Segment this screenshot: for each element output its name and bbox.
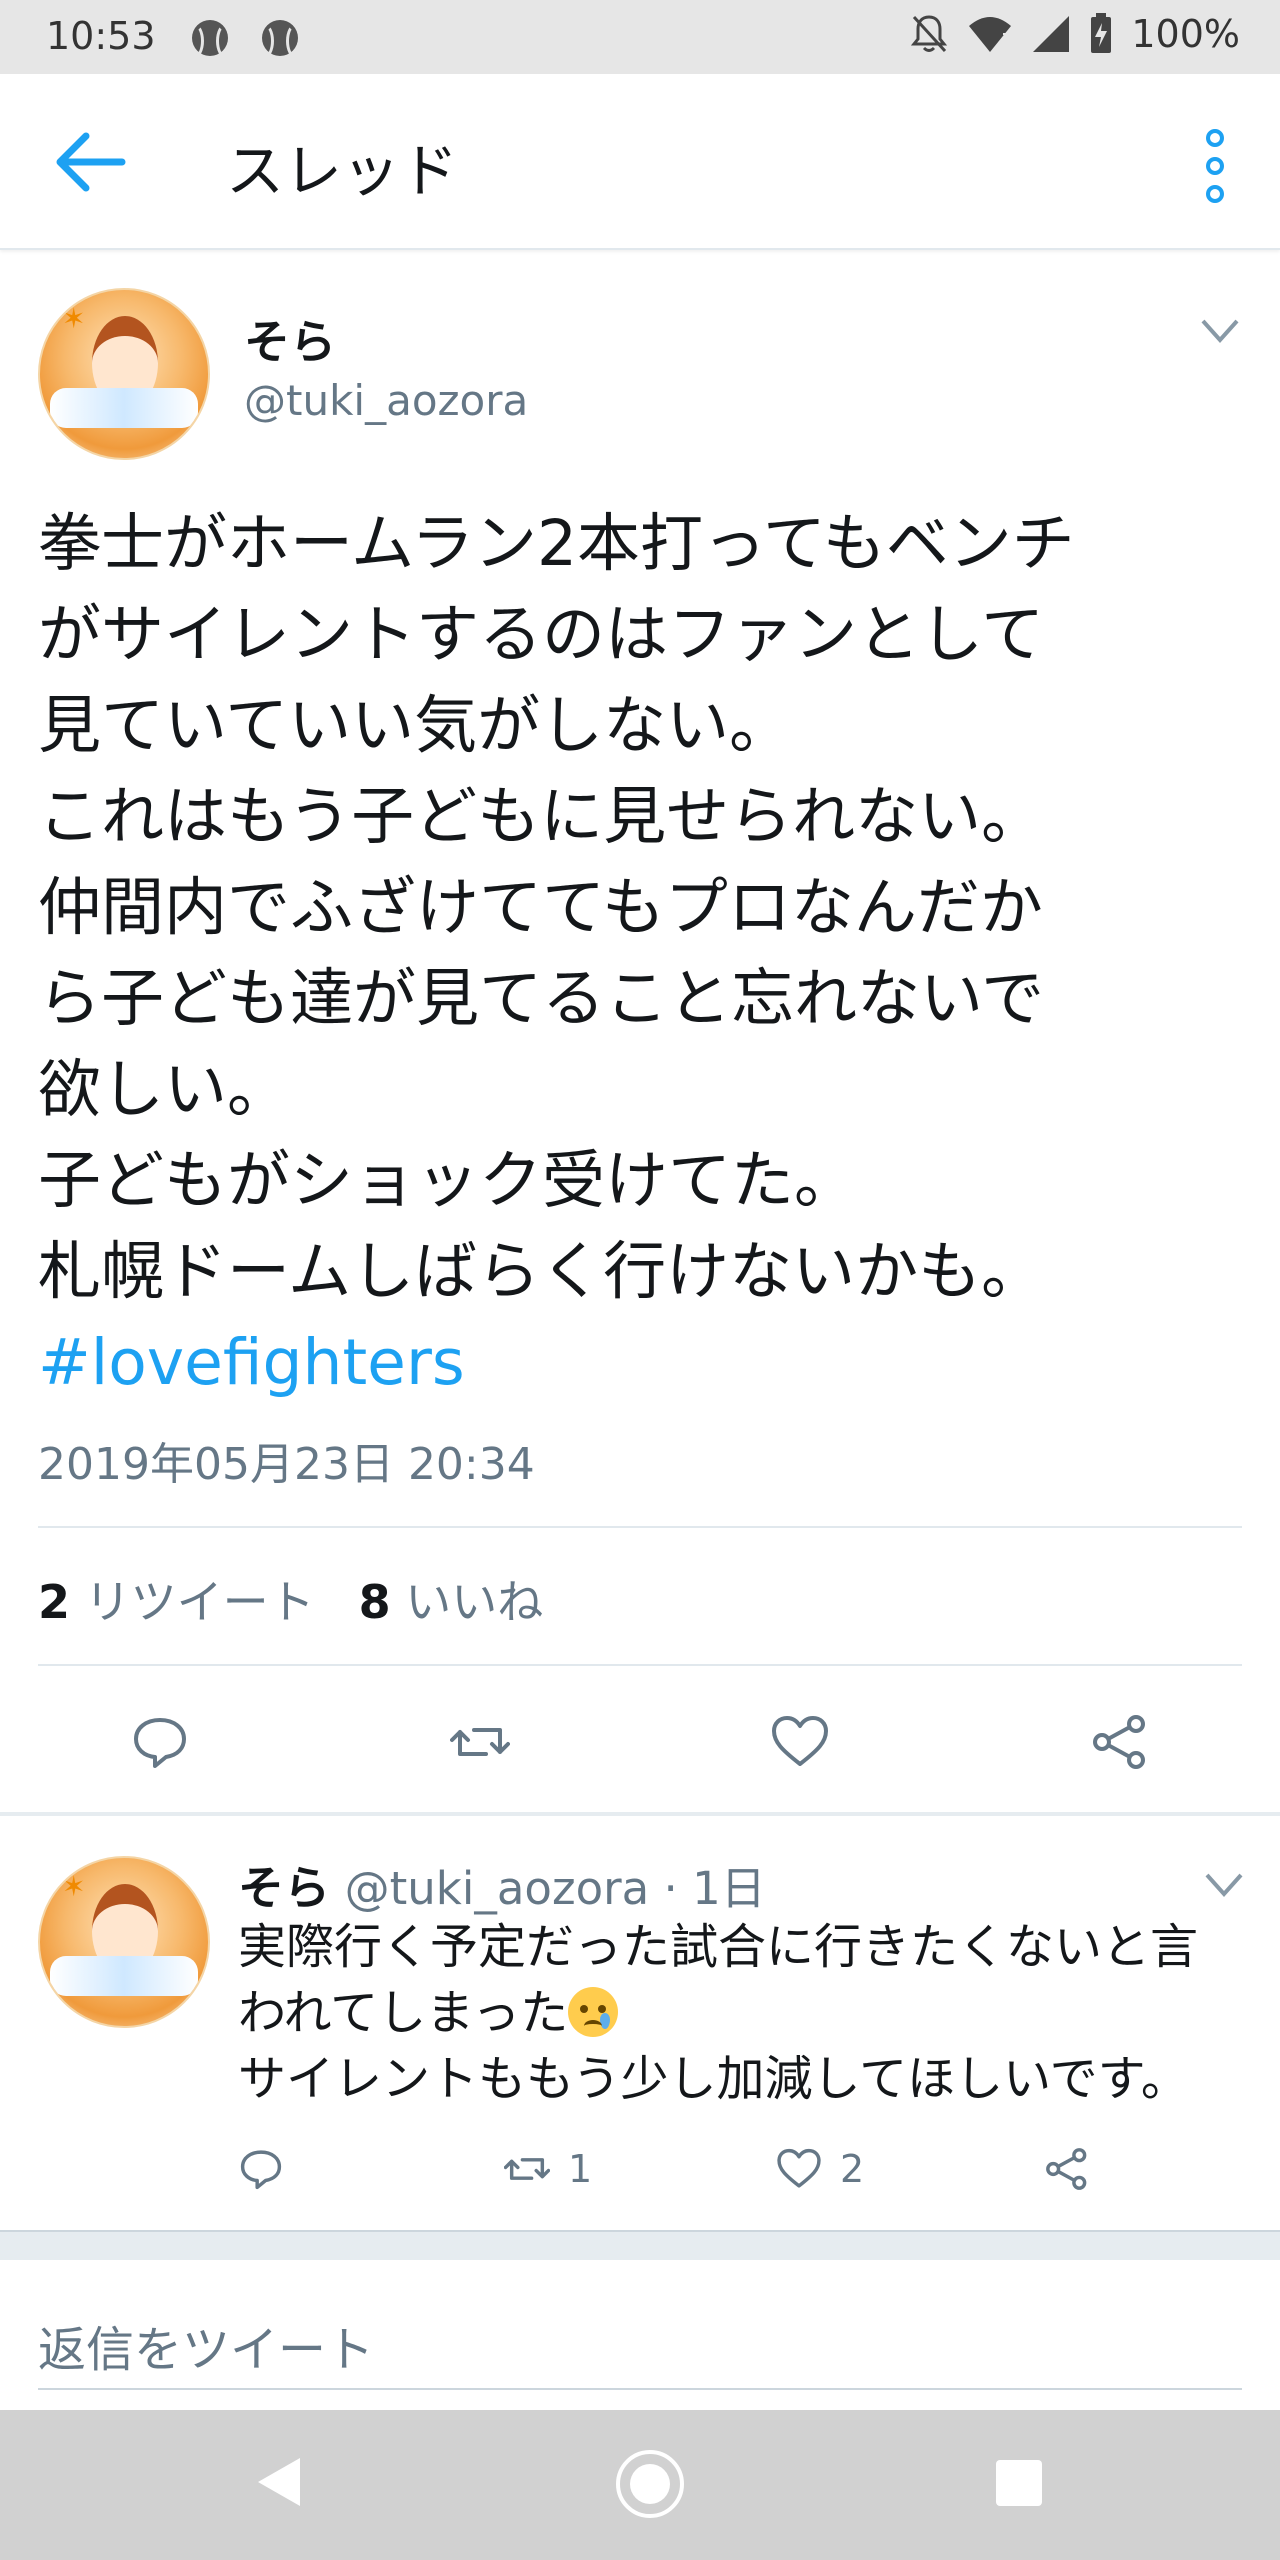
app-header: スレッド [0,74,1280,250]
tweet-line: ら子ども達が見てること忘れないで [38,962,1045,1035]
retweet-count: 2 [38,1575,71,1629]
reply-header: そら @tuki_aozora · 1日 [238,1852,766,1918]
reply-separator: · [649,1862,693,1915]
reply-line-text: われてしまった [238,1985,569,2041]
tweet-line: がサイレントするのはファンとして [38,598,1045,671]
status-icons: 100% [909,12,1240,56]
tweet-stats: 2 リツイート 8 いいね [38,1566,543,1632]
reply-line: 実際行く予定だった試合に行きたくないと言 [238,1919,1199,1975]
author-name[interactable]: そら [244,306,336,372]
reply-like-count: 2 [840,2147,865,2191]
author-handle[interactable]: @tuki_aozora [244,376,528,425]
hashtag-link[interactable]: #lovefighters [38,1317,1248,1408]
tweet-line: 拳士がホームラン2本打ってもベンチ [38,507,1075,580]
retweet-label: リツイート [84,1575,315,1629]
reply-icon[interactable] [130,1712,190,1772]
signal-icon [1033,16,1070,52]
divider [38,1664,1242,1666]
reply-avatar[interactable]: ✶ [38,1856,210,2028]
reply-author-name[interactable]: そら [238,1861,330,1915]
status-bar: 10:53 100% [0,0,1280,74]
reply-icon [240,2150,282,2190]
baseball-icon [192,20,228,58]
like-stat[interactable]: 8 いいね [359,1575,544,1629]
avatar[interactable]: ✶ [38,288,210,460]
like-icon[interactable] [770,1712,830,1772]
reply-time: 1日 [692,1862,766,1915]
tweet-line: 子どもがショック受けてた。 [38,1144,857,1217]
baseball-icon [262,20,298,58]
wifi-icon [969,17,1012,52]
reply-text: 実際行く予定だった試合に行きたくないと言 われてしまった サイレントももう少し加… [238,1914,1248,2112]
tweet-timestamp: 2019年05月23日 20:34 [38,1439,535,1490]
share-icon[interactable] [1090,1712,1150,1772]
reply-action-share[interactable] [1044,2146,1090,2192]
divider [38,1526,1242,1528]
like-label: いいね [405,1575,544,1629]
reply-action-reply[interactable] [238,2146,284,2192]
battery-percent: 100% [1131,12,1240,56]
tweet-line: これはもう子どもに見せられない。 [38,780,1045,853]
nav-recents-icon[interactable] [996,2460,1042,2506]
reply-retweet-count: 1 [568,2147,593,2191]
tweet-text: 拳士がホームラン2本打ってもベンチ がサイレントするのはファンとして 見ていてい… [38,498,1248,1408]
nav-back-icon[interactable] [254,2454,304,2510]
divider [0,1812,1280,1816]
crying-face-emoji [568,1987,619,2037]
more-vertical-icon[interactable] [1200,126,1230,206]
notifications-off-icon [911,15,948,53]
reply-action-like[interactable]: 2 [776,2146,864,2192]
retweet-icon[interactable] [450,1712,510,1772]
tweet-line: 欲しい。 [38,1053,290,1126]
reply-action-retweet[interactable]: 1 [504,2146,592,2192]
reply-line: サイレントももう少し加減してほしいです。 [238,2051,1189,2107]
divider [38,2388,1242,2390]
battery-charging-icon [1091,13,1112,53]
page-title: スレッド [226,137,459,205]
chevron-down-icon[interactable] [1204,1872,1244,1898]
arrow-left-icon[interactable] [56,132,126,192]
like-count: 8 [358,1575,391,1629]
tweet-line: 仲間内でふざけててもプロなんだか [38,871,1043,944]
nav-home-icon[interactable] [616,2450,684,2518]
divider [0,2230,1280,2262]
tweet-line: 札幌ドームしばらく行けないかも。 [38,1235,1045,1308]
share-icon [1046,2148,1087,2190]
retweet-icon [504,2158,550,2180]
reply-line: われてしまった [238,1980,1248,2046]
like-icon [777,2148,821,2188]
status-time: 10:53 [46,14,156,58]
reply-author-handle[interactable]: @tuki_aozora [345,1862,650,1915]
tweet-line: 見ていていい気がしない。 [38,689,793,762]
system-nav-bar [0,2410,1280,2560]
chevron-down-icon[interactable] [1200,318,1240,344]
compose-reply-input[interactable]: 返信をツイート [38,2310,374,2380]
retweet-stat[interactable]: 2 リツイート [38,1575,315,1629]
